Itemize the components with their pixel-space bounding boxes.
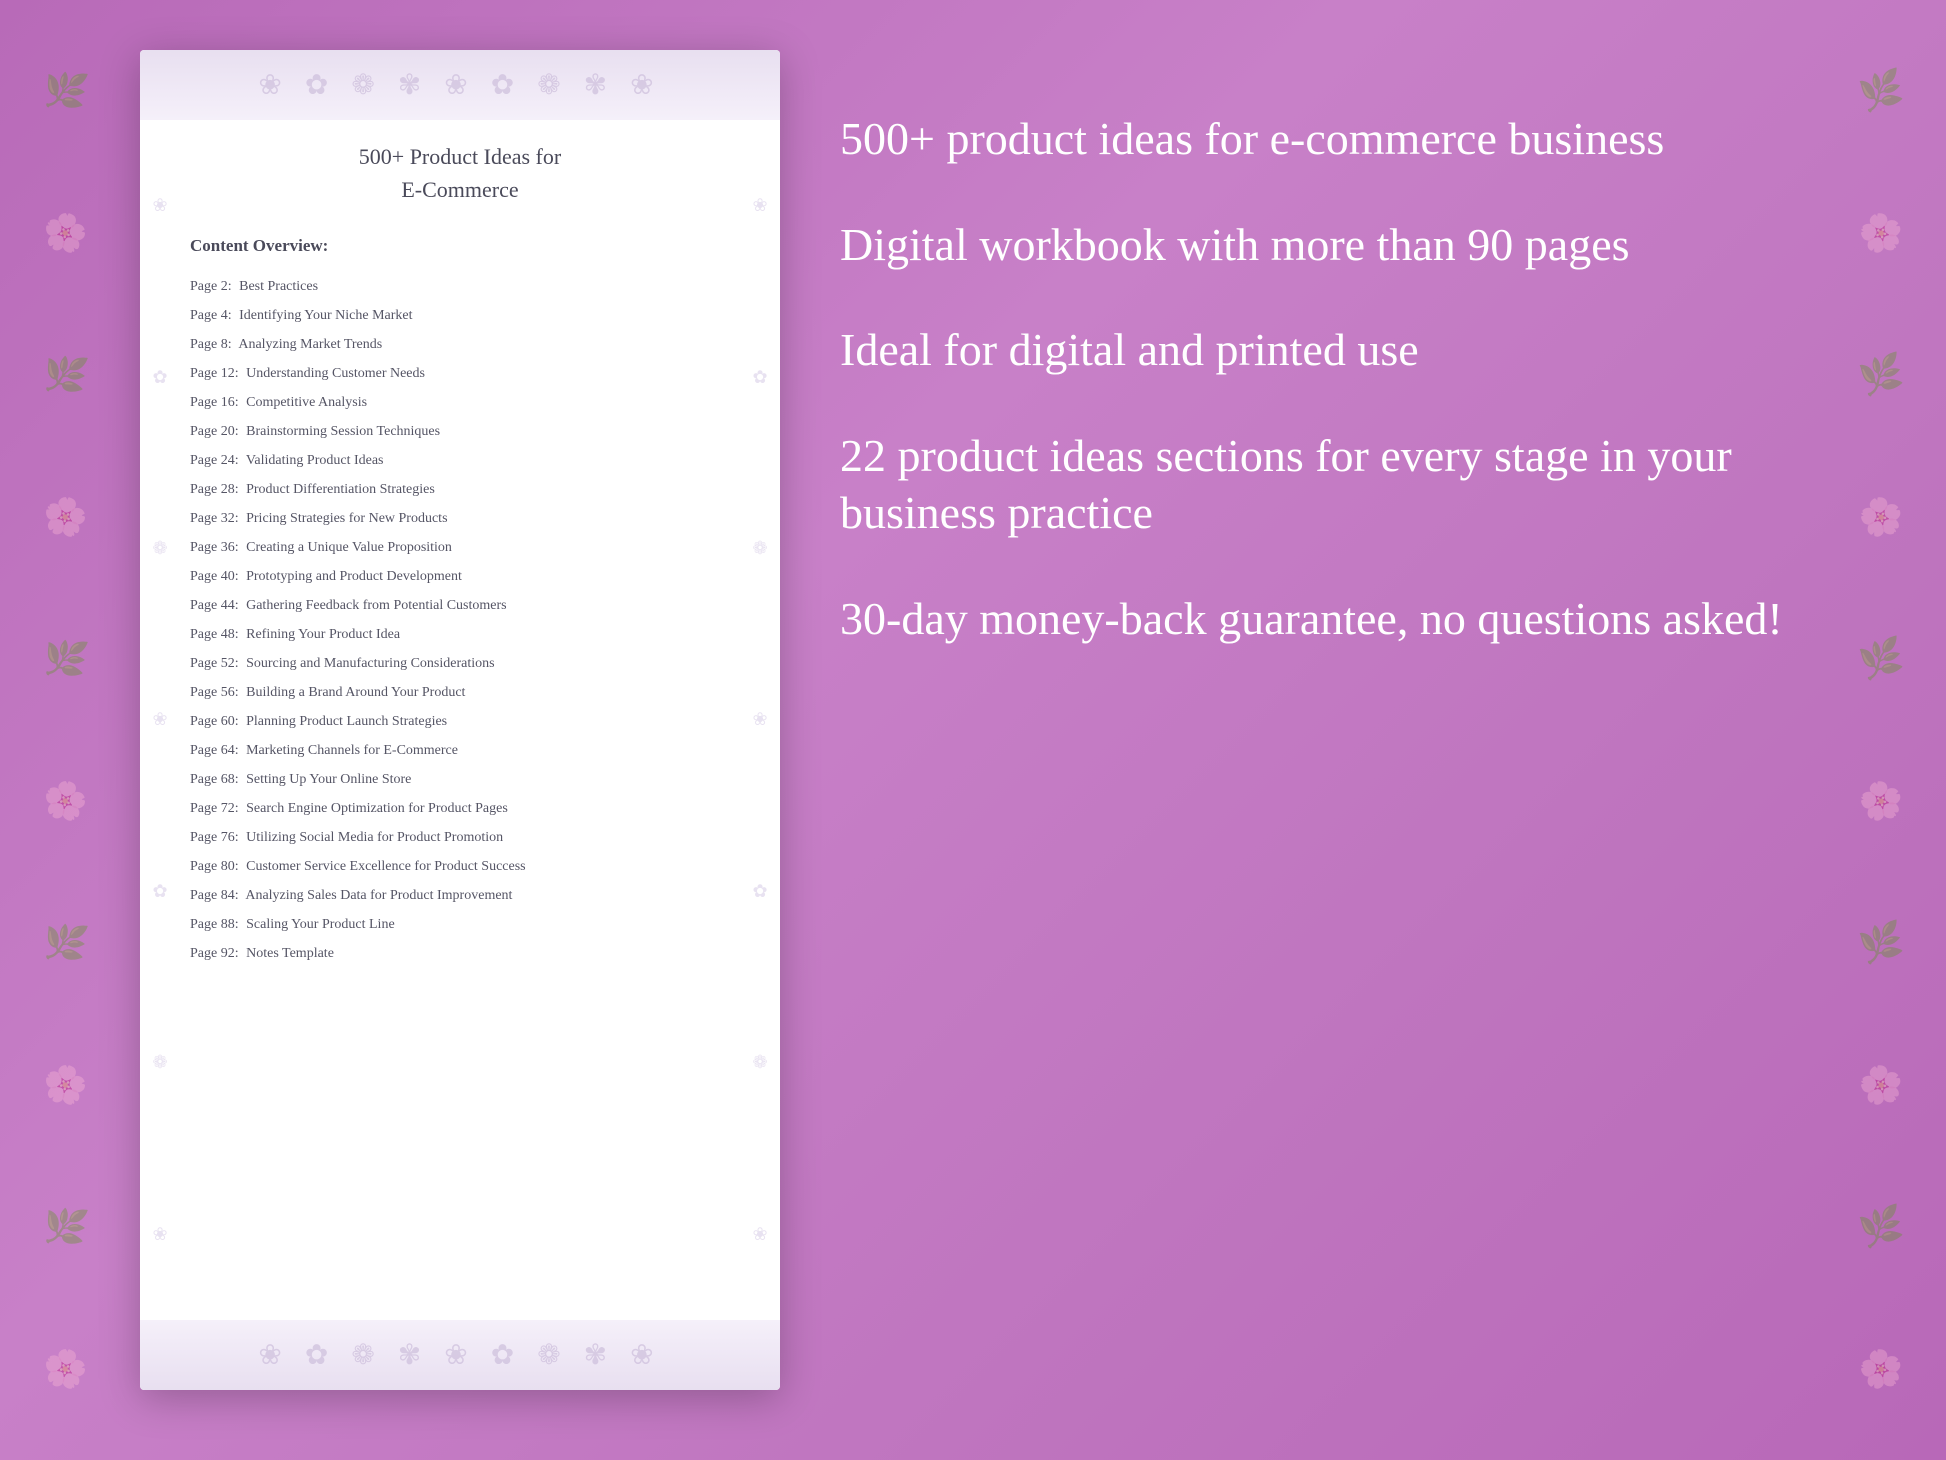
toc-item: Page 44: Gathering Feedback from Potenti… [190,591,730,620]
info-bullet-5: 30-day money-back guarantee, no question… [840,590,1806,648]
toc-item: Page 36: Creating a Unique Value Proposi… [190,533,730,562]
doc-bottom-decoration: ❀ ✿ ❁ ✾ ❀ ✿ ❁ ✾ ❀ [140,1320,780,1390]
info-bullet-1: 500+ product ideas for e-commerce busine… [840,110,1806,168]
toc-item: Page 52: Sourcing and Manufacturing Cons… [190,649,730,678]
document-content: 500+ Product Ideas for E-Commerce Conten… [190,140,730,968]
toc-item: Page 24: Validating Product Ideas [190,446,730,475]
toc-item: Page 48: Refining Your Product Idea [190,620,730,649]
toc-section-label: Content Overview: [190,236,730,256]
toc-item: Page 72: Search Engine Optimization for … [190,794,730,823]
toc-item: Page 28: Product Differentiation Strateg… [190,475,730,504]
toc-item: Page 32: Pricing Strategies for New Prod… [190,504,730,533]
info-bullet-3: Ideal for digital and printed use [840,321,1806,379]
toc-item: Page 12: Understanding Customer Needs [190,359,730,388]
document-title: 500+ Product Ideas for E-Commerce [190,140,730,206]
toc-item: Page 60: Planning Product Launch Strateg… [190,707,730,736]
doc-bottom-pattern: ❀ ✿ ❁ ✾ ❀ ✿ ❁ ✾ ❀ [258,1338,661,1372]
toc-item: Page 2: Best Practices [190,272,730,301]
toc-item: Page 76: Utilizing Social Media for Prod… [190,823,730,852]
toc-item: Page 88: Scaling Your Product Line [190,910,730,939]
toc-item: Page 92: Notes Template [190,939,730,968]
doc-top-pattern: ❀ ✿ ❁ ✾ ❀ ✿ ❁ ✾ ❀ [258,68,661,102]
document-card: ❀ ✿ ❁ ✾ ❀ ✿ ❁ ✾ ❀ ❀ ✿ ❁ ✾ ❀ ✿ ❁ ✾ ❀ ❀ ✿ … [140,50,780,1390]
toc-item: Page 20: Brainstorming Session Technique… [190,417,730,446]
table-of-contents: Page 2: Best PracticesPage 4: Identifyin… [190,272,730,968]
toc-item: Page 8: Analyzing Market Trends [190,330,730,359]
main-container: ❀ ✿ ❁ ✾ ❀ ✿ ❁ ✾ ❀ ❀ ✿ ❁ ✾ ❀ ✿ ❁ ✾ ❀ ❀ ✿ … [0,0,1946,1460]
toc-item: Page 56: Building a Brand Around Your Pr… [190,678,730,707]
toc-item: Page 68: Setting Up Your Online Store [190,765,730,794]
toc-item: Page 40: Prototyping and Product Develop… [190,562,730,591]
info-bullet-4: 22 product ideas sections for every stag… [840,427,1806,542]
doc-side-decoration-right: ❀ ✿ ❁ ❀ ✿ ❁ ❀ [745,120,775,1320]
info-bullet-2: Digital workbook with more than 90 pages [840,216,1806,274]
toc-item: Page 84: Analyzing Sales Data for Produc… [190,881,730,910]
toc-item: Page 80: Customer Service Excellence for… [190,852,730,881]
toc-item: Page 64: Marketing Channels for E-Commer… [190,736,730,765]
toc-item: Page 16: Competitive Analysis [190,388,730,417]
doc-top-decoration: ❀ ✿ ❁ ✾ ❀ ✿ ❁ ✾ ❀ [140,50,780,120]
info-panel: 500+ product ideas for e-commerce busine… [840,50,1806,695]
doc-side-decoration-left: ❀ ✿ ❁ ❀ ✿ ❁ ❀ [145,120,175,1320]
toc-item: Page 4: Identifying Your Niche Market [190,301,730,330]
